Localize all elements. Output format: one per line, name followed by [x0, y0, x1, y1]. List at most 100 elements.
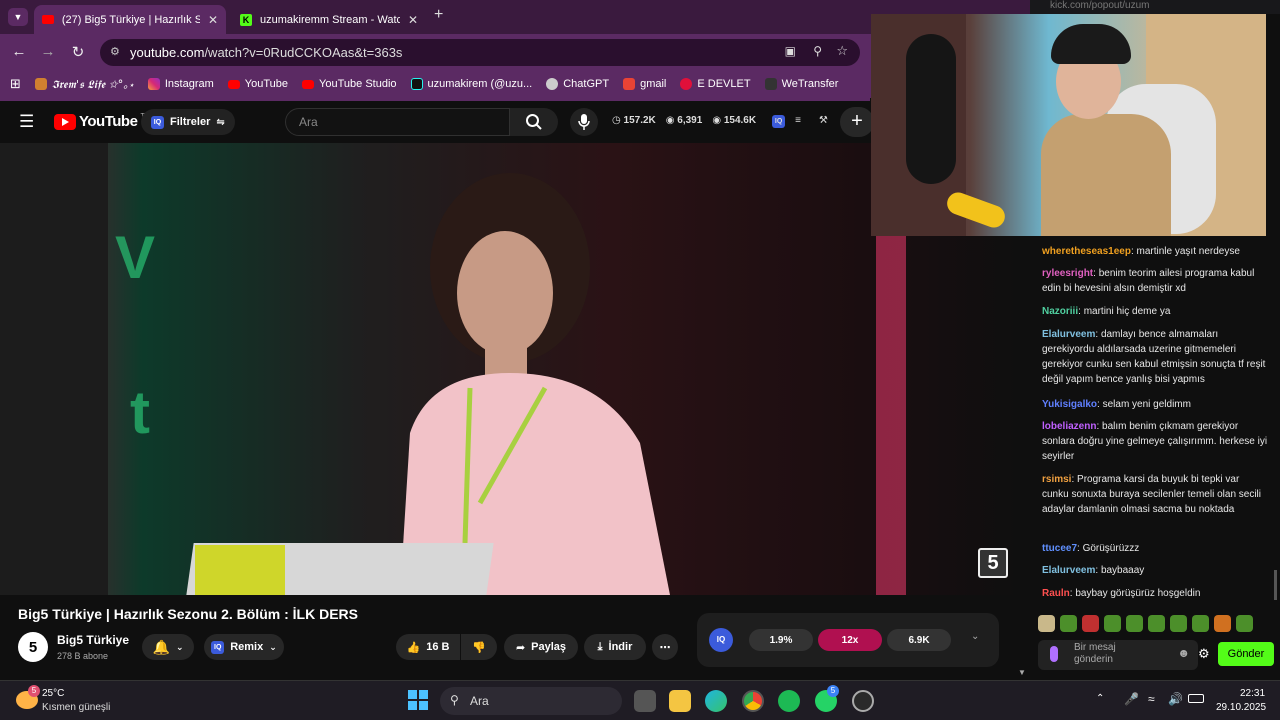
edge-icon[interactable] [705, 690, 727, 712]
volume-icon[interactable]: 🔊 [1168, 692, 1183, 706]
download-button[interactable]: ⤓ İndir [584, 634, 646, 660]
share-button[interactable]: ➦ Paylaş [504, 634, 578, 660]
cam-hair [1051, 24, 1131, 64]
steam-icon[interactable] [852, 690, 874, 712]
bookmark-item[interactable]: uzumakirem (@uzu... [410, 78, 532, 90]
emote-icon[interactable] [1236, 615, 1253, 632]
notifications-button[interactable]: 🔔 ⌄ [142, 634, 194, 660]
tab-kick[interactable]: K uzumakiremm Stream - Watch ✕ [232, 5, 427, 34]
chevron-down-icon[interactable]: ⌄ [971, 631, 979, 642]
create-button[interactable]: + [840, 107, 874, 137]
bookmark-label: ChatGPT [563, 78, 610, 90]
clock-date[interactable]: 29.10.2025 [1216, 702, 1266, 713]
close-tab-icon[interactable]: ✕ [208, 13, 218, 27]
chatgpt-icon [546, 78, 559, 90]
remix-label: Remix [230, 641, 264, 653]
like-button[interactable]: 👍 16 B [396, 634, 460, 660]
close-tab-icon[interactable]: ✕ [408, 13, 418, 27]
wifi-icon[interactable]: ≈ [1148, 692, 1155, 706]
bookmark-item[interactable]: WeTransfer [764, 78, 838, 90]
back-arrow-icon[interactable]: ← [9, 43, 29, 63]
taskbar-search[interactable]: ⚲ Ara [440, 687, 622, 715]
video-person-figure [400, 173, 670, 595]
iq-panel-logo-icon[interactable]: IQ [709, 628, 733, 652]
chat-username[interactable]: ttucee7 [1042, 543, 1077, 554]
bookmark-item[interactable]: Instagram [147, 78, 214, 90]
install-app-icon[interactable]: ▣ [785, 44, 796, 58]
menu-icon[interactable]: ☰ [19, 112, 34, 132]
bookmark-item[interactable]: E DEVLET [680, 78, 751, 90]
youtube-logo[interactable]: YouTube TR [54, 113, 149, 130]
remix-button[interactable]: IQ Remix ⌄ [204, 634, 284, 660]
chat-username[interactable]: Elalurveem [1042, 565, 1095, 576]
spotify-icon[interactable] [778, 690, 800, 712]
chat-username[interactable]: Rauln [1042, 588, 1070, 599]
chat-scrollbar[interactable] [1274, 570, 1277, 600]
show-hidden-icons[interactable]: ⌃ [1096, 693, 1104, 704]
chat-username[interactable]: wheretheseas1eep [1042, 246, 1131, 257]
emote-icon[interactable] [1060, 615, 1077, 632]
zoom-icon[interactable]: ⚲ [813, 44, 822, 58]
chat-username[interactable]: Nazoriii [1042, 306, 1078, 317]
weather-widget[interactable]: 5 25°C Kısmen güneşli [16, 685, 126, 715]
video-title: Big5 Türkiye | Hazırlık Sezonu 2. Bölüm … [18, 606, 358, 622]
task-view-icon[interactable] [634, 690, 656, 712]
search-input[interactable]: Ara [285, 108, 510, 136]
chat-username[interactable]: ryleesright [1042, 268, 1093, 279]
chat-username[interactable]: lobeliazenn [1042, 421, 1096, 432]
chrome-icon[interactable] [742, 690, 764, 712]
list-icon[interactable]: ≡ [795, 115, 801, 128]
apps-grid-icon[interactable]: ⊞ [10, 76, 21, 92]
cam-person [1041, 114, 1171, 236]
search-button[interactable] [510, 108, 558, 136]
bookmark-item[interactable]: YouTube Studio [302, 78, 397, 90]
emote-icon[interactable] [1082, 615, 1099, 632]
dislike-button[interactable]: 👎 [461, 634, 497, 660]
microphone-icon[interactable]: 🎤 [1124, 692, 1139, 706]
channel-name[interactable]: Big5 Türkiye [57, 633, 129, 647]
chat-settings-icon[interactable]: ⚙ [1198, 646, 1210, 662]
emote-icon[interactable] [1038, 615, 1055, 632]
video-player[interactable]: V t 5 [0, 143, 1017, 595]
more-actions-button[interactable]: ⋯ [652, 634, 678, 660]
chat-message-input[interactable]: Bir mesaj gönderin ☻ [1038, 640, 1198, 670]
new-tab-button[interactable]: + [434, 6, 443, 24]
tab-youtube[interactable]: (27) Big5 Türkiye | Hazırlık Sezo ✕ [34, 5, 226, 34]
emote-icon[interactable] [1104, 615, 1121, 632]
file-explorer-icon[interactable] [669, 690, 691, 712]
channel-avatar[interactable]: 5 [18, 632, 48, 662]
filters-button[interactable]: IQ Filtreler ⇋ [141, 109, 235, 135]
whatsapp-icon[interactable]: 5 [815, 685, 839, 712]
bookmark-star-icon[interactable]: ☆ [836, 43, 848, 59]
forward-arrow-icon[interactable]: → [38, 43, 58, 63]
url-field[interactable]: ⚙ youtube.com/watch?v=0RudCCKOAas&t=363s… [100, 39, 860, 66]
battery-icon[interactable] [1188, 694, 1204, 703]
bookmark-item[interactable]: 𝕴𝖗𝖊𝖒'𝖘 𝕷𝖎𝖋𝖊 ✩°｡⋆ [34, 76, 134, 92]
bookmark-item[interactable]: ChatGPT [546, 78, 609, 90]
start-windows-icon[interactable] [408, 690, 428, 710]
emote-icon[interactable] [1170, 615, 1187, 632]
tab-search-button[interactable]: ▼ [8, 8, 28, 26]
chat-username[interactable]: rsimsi [1042, 474, 1071, 485]
bookmark-item[interactable]: YouTube [227, 78, 288, 90]
page-scroll-down-arrow[interactable]: ▼ [1018, 668, 1026, 677]
voice-search-button[interactable] [570, 108, 598, 136]
chat-username[interactable]: Elalurveem [1042, 329, 1095, 340]
emote-icon[interactable] [1192, 615, 1209, 632]
emoji-icon[interactable]: ☻ [1177, 647, 1190, 659]
send-button[interactable]: Gönder [1218, 642, 1274, 666]
bookmark-item[interactable]: gmail [623, 78, 666, 90]
microphone-icon[interactable] [1050, 646, 1058, 662]
emote-icon[interactable] [1126, 615, 1143, 632]
bookmark-label: gmail [640, 78, 667, 90]
trophy-icon[interactable]: ⚒ [819, 115, 828, 128]
chat-username[interactable]: Yukisigalko [1042, 399, 1097, 410]
emote-icon[interactable] [1148, 615, 1165, 632]
iq-icon[interactable]: IQ [772, 115, 786, 128]
chat-text: selam yeni geldimm [1102, 399, 1191, 410]
clock-time[interactable]: 22:31 [1240, 688, 1265, 699]
iq-icon: IQ [211, 640, 225, 654]
emote-icon[interactable] [1214, 615, 1231, 632]
reload-icon[interactable]: ↻ [68, 43, 88, 63]
site-settings-icon[interactable]: ⚙ [110, 45, 120, 58]
